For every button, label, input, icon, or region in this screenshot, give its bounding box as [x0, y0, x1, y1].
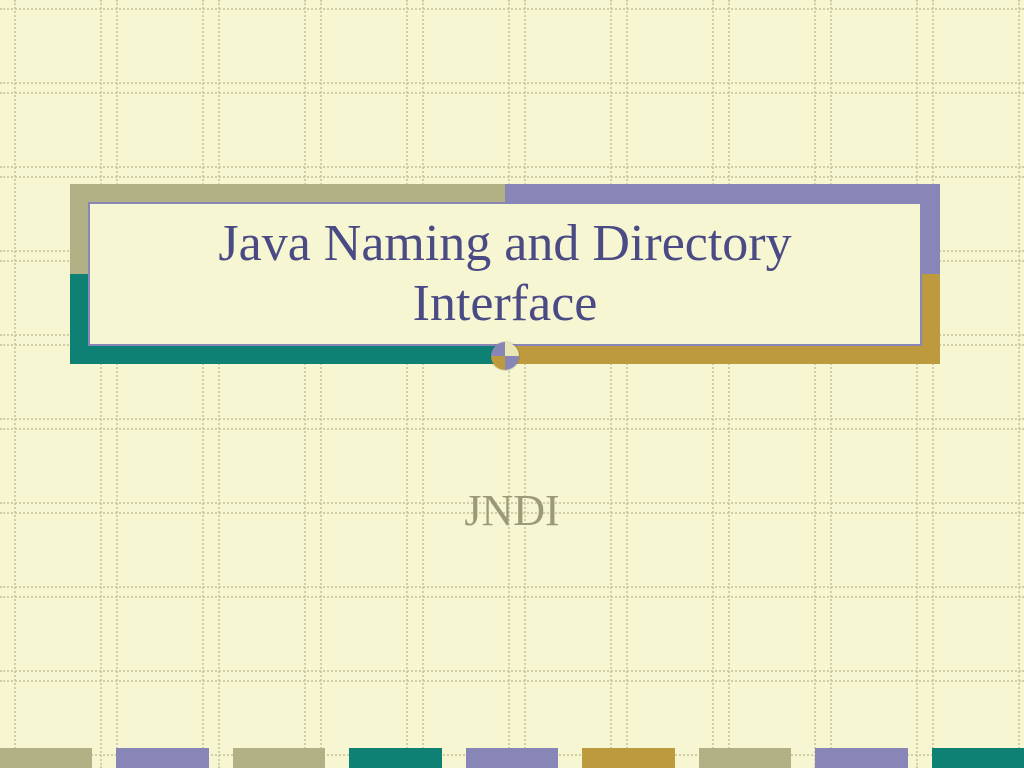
swatch: [466, 748, 558, 768]
title-box: Java Naming and Directory Interface: [88, 202, 922, 346]
swatch: [815, 748, 907, 768]
footer-swatch-row: [0, 748, 1024, 768]
slide-subtitle: JNDI: [0, 485, 1024, 536]
swatch: [116, 748, 208, 768]
swatch: [349, 748, 441, 768]
swatch: [932, 748, 1024, 768]
swatch: [582, 748, 674, 768]
decorative-bauble-icon: [491, 342, 519, 370]
frame-border-left: [70, 202, 88, 346]
background-grid: [0, 0, 1024, 768]
swatch: [233, 748, 325, 768]
frame-border-right: [922, 202, 940, 346]
slide-title: Java Naming and Directory Interface: [120, 214, 890, 334]
frame-border-top: [70, 184, 940, 202]
swatch: [699, 748, 791, 768]
title-frame: Java Naming and Directory Interface: [70, 184, 940, 364]
swatch: [0, 748, 92, 768]
